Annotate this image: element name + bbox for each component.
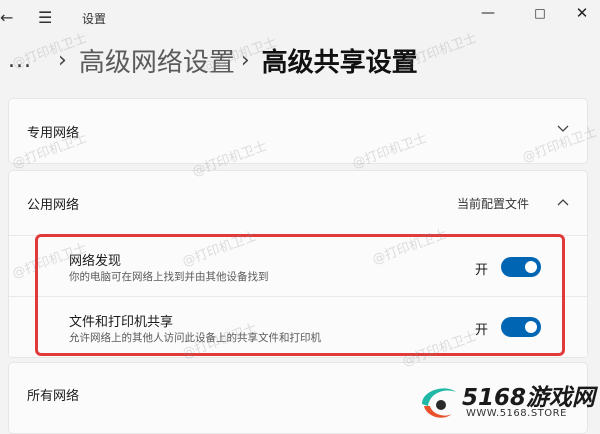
maximize-button[interactable]: □ — [520, 2, 560, 26]
close-button[interactable]: ✕ — [562, 2, 600, 26]
private-network-section[interactable]: 专用网络 — [8, 98, 588, 164]
current-profile-label: 当前配置文件 — [457, 197, 530, 211]
public-network-label: 公用网络 — [27, 198, 80, 213]
chevron-up-icon — [557, 199, 569, 206]
chevron-right-icon: › — [240, 47, 250, 73]
all-networks-label: 所有网络 — [27, 389, 80, 404]
private-network-label: 专用网络 — [27, 126, 80, 141]
public-network-header[interactable]: 公用网络 当前配置文件 — [9, 171, 587, 235]
breadcrumb: ... › 高级网络设置 › 高级共享设置 — [8, 40, 418, 80]
window-title: 设置 — [82, 12, 107, 26]
brand-url: WWW.5168.STORE — [466, 408, 567, 419]
brand-logo-icon — [422, 388, 456, 418]
hamburger-menu-icon[interactable]: ☰ — [38, 8, 54, 28]
page-title: 高级共享设置 — [261, 47, 418, 78]
back-arrow-icon[interactable]: ← — [0, 8, 16, 28]
breadcrumb-prev-link[interactable]: 高级网络设置 — [79, 42, 235, 79]
highlight-box — [35, 234, 565, 356]
breadcrumb-more-button[interactable]: ... — [8, 48, 52, 73]
minimize-button[interactable]: — — [468, 2, 508, 26]
brand-name: 5168游戏网 — [462, 385, 596, 411]
chevron-right-icon: › — [58, 47, 67, 73]
chevron-down-icon — [557, 125, 569, 132]
brand-watermark: 5168游戏网 WWW.5168.STORE — [404, 372, 600, 432]
title-bar: ← ☰ 设置 — □ ✕ — [0, 0, 600, 36]
